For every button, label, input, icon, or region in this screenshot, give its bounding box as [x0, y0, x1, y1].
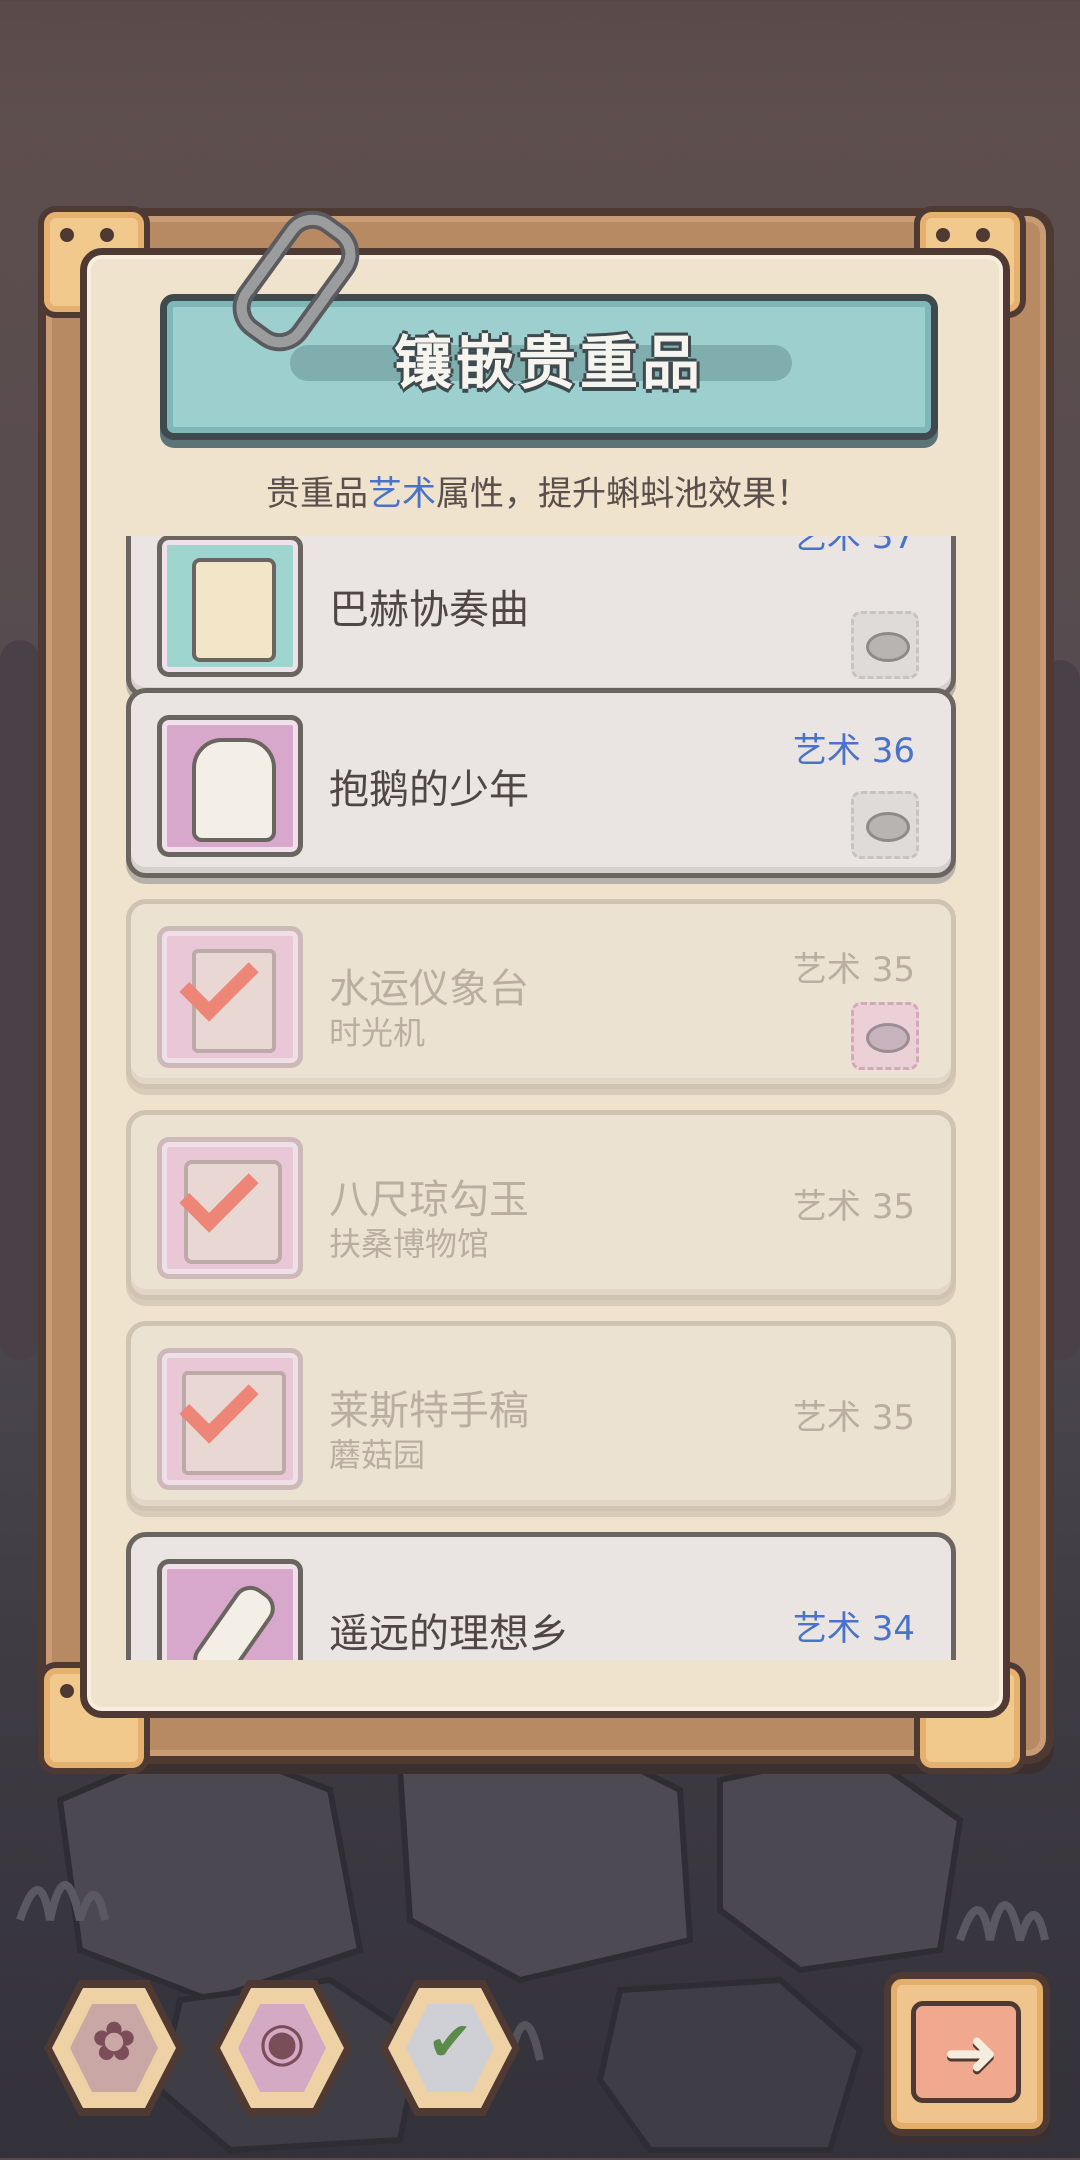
statue-icon: [157, 715, 303, 857]
scroll-icon: [157, 1559, 303, 1660]
next-button-inner: ➜: [911, 2001, 1021, 2103]
item-art-value: 艺术 36: [792, 731, 915, 771]
pendant-glyph: ◉: [258, 2010, 306, 2073]
page-subtitle: 贵重品艺术属性，提升蝌蚪池效果！: [80, 466, 996, 515]
inlay-slot-icon[interactable]: [851, 791, 919, 859]
item-art-value: 艺术 34: [792, 1609, 915, 1649]
list-item[interactable]: 抱鹅的少年 艺术 36: [126, 688, 956, 878]
portrait-check-button[interactable]: ✔: [380, 1980, 520, 2116]
next-button[interactable]: ➜: [884, 1972, 1050, 2136]
valuables-list[interactable]: 巴赫协奏曲 艺术 37 抱鹅的少年 艺术 36 水运仪象台 时光机 艺术 35 …: [118, 536, 968, 1660]
item-name: 八尺琼勾玉: [329, 1177, 529, 1223]
rose-badge-button[interactable]: ✿: [44, 1980, 184, 2116]
list-item[interactable]: 遥远的理想乡 艺术 34: [126, 1532, 956, 1660]
item-name: 巴赫协奏曲: [329, 587, 529, 633]
music-sheet-icon: [157, 536, 303, 677]
item-art-value: 艺术 35: [792, 1398, 915, 1438]
item-name: 莱斯特手稿: [329, 1388, 529, 1434]
inlay-slot-icon[interactable]: [851, 1002, 919, 1070]
list-item[interactable]: 莱斯特手稿 蘑菇园 艺术 35: [126, 1321, 956, 1511]
pendant-button[interactable]: ◉: [212, 1980, 352, 2116]
arrow-right-icon: ➜: [943, 2014, 999, 2091]
manuscript-icon: [157, 1348, 303, 1490]
jade-chest-icon: [157, 1137, 303, 1279]
item-location: 蘑菇园: [329, 1436, 426, 1474]
item-location: 时光机: [329, 1014, 426, 1052]
list-item[interactable]: 八尺琼勾玉 扶桑博物馆 艺术 35: [126, 1110, 956, 1300]
item-art-value: 艺术 35: [792, 950, 915, 990]
item-name: 抱鹅的少年: [329, 767, 529, 813]
subtitle-text-before: 贵重品: [266, 474, 368, 514]
background-wall-left: [0, 640, 40, 1360]
item-art-value: 艺术 35: [792, 1187, 915, 1227]
item-name: 遥远的理想乡: [329, 1611, 569, 1657]
tower-icon: [157, 926, 303, 1068]
rose-glyph: ✿: [91, 2010, 137, 2073]
list-item[interactable]: 巴赫协奏曲 艺术 37: [126, 536, 956, 698]
item-name: 水运仪象台: [329, 966, 529, 1012]
portrait-glyph: ✔: [427, 2010, 473, 2073]
subtitle-highlight: 艺术: [368, 474, 436, 514]
item-location: 扶桑博物馆: [329, 1225, 490, 1263]
item-art-value: 艺术 37: [792, 536, 915, 557]
subtitle-text-after: 属性，提升蝌蚪池效果！: [436, 474, 810, 514]
list-item[interactable]: 水运仪象台 时光机 艺术 35: [126, 899, 956, 1089]
inlay-slot-icon[interactable]: [851, 611, 919, 679]
